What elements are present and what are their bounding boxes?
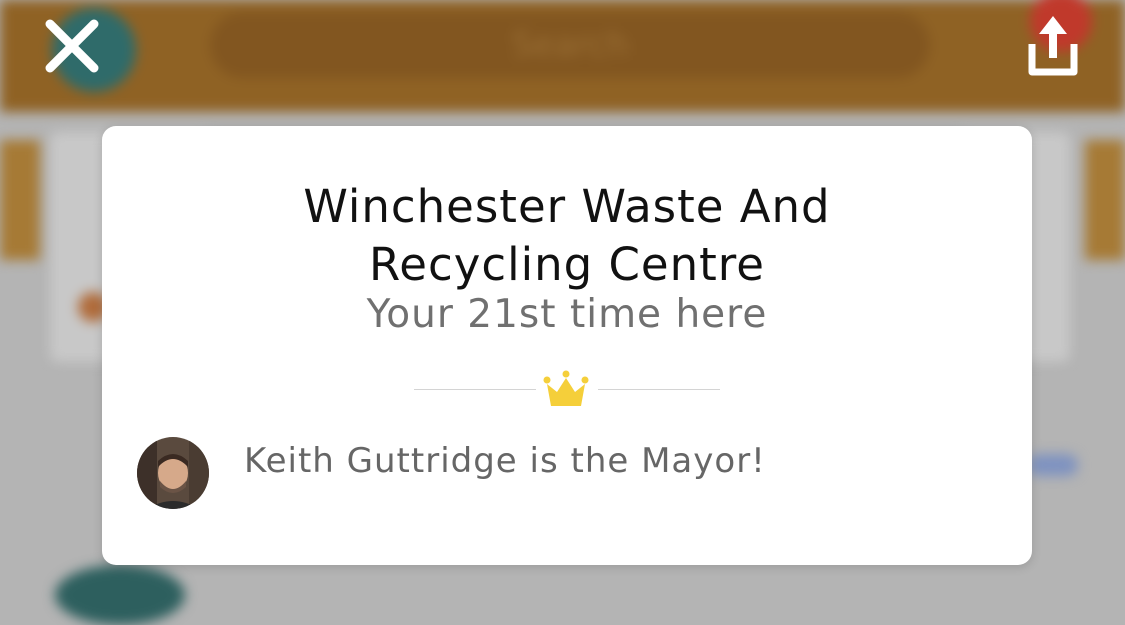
divider-line-right — [598, 389, 720, 390]
visit-count: Your 21st time here — [366, 292, 768, 337]
mayor-text: Keith Guttridge is the Mayor! — [244, 441, 766, 481]
share-icon — [1028, 16, 1078, 76]
search-placeholder: Search — [511, 25, 629, 65]
mayor-photo — [137, 437, 209, 509]
background-avatar-bottom — [55, 565, 185, 625]
divider-line-left — [414, 389, 536, 390]
mayor-avatar[interactable] — [137, 437, 209, 509]
venue-name-line1: Winchester Waste And — [303, 180, 831, 233]
share-button[interactable] — [1026, 14, 1080, 78]
background-pill — [1028, 454, 1078, 476]
close-icon — [45, 19, 99, 73]
crown-icon — [543, 370, 589, 406]
venue-name: Winchester Waste And Recycling Centre — [102, 178, 1032, 294]
mayor-modal: Winchester Waste And Recycling Centre Yo… — [102, 126, 1032, 565]
background-strip-right — [1085, 140, 1125, 260]
close-button[interactable] — [42, 16, 102, 76]
search-bar: Search — [210, 12, 930, 78]
background-strip-left — [0, 140, 40, 260]
venue-name-line2: Recycling Centre — [369, 238, 765, 291]
